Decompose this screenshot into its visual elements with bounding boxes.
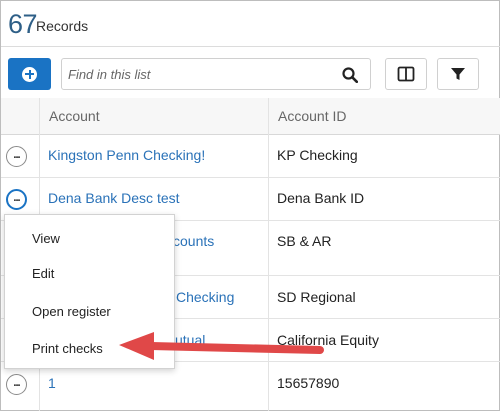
columns-icon [397, 66, 415, 82]
account-link[interactable]: counts [173, 233, 214, 249]
filter-icon [451, 68, 465, 80]
account-link[interactable]: Kingston Penn Checking! [48, 147, 205, 163]
table-header: Account Account ID [1, 98, 500, 135]
account-link[interactable]: 1 [48, 375, 56, 391]
account-link[interactable]: utual [175, 332, 205, 348]
search-box[interactable] [61, 58, 371, 90]
menu-item-open-register[interactable]: Open register [32, 304, 111, 319]
account-link[interactable]: Checking [176, 289, 234, 305]
table-row: ... 1 15657890 [1, 362, 500, 411]
account-id: 15657890 [277, 375, 340, 391]
account-id: SB & AR [277, 233, 332, 249]
plus-circle-icon [22, 66, 37, 82]
columns-button[interactable] [385, 58, 427, 90]
ellipsis-icon: ... [13, 148, 20, 161]
filter-button[interactable] [437, 58, 479, 90]
column-header-account-id[interactable]: Account ID [278, 108, 346, 124]
record-count: 67 [8, 9, 38, 39]
menu-item-edit[interactable]: Edit [32, 266, 54, 281]
row-actions-menu: View Edit Open register Print checks [4, 214, 175, 369]
search-input[interactable] [68, 63, 328, 85]
table-row: ... Kingston Penn Checking! KP Checking [1, 135, 500, 178]
menu-item-view[interactable]: View [32, 231, 60, 246]
ellipsis-icon: ... [13, 376, 20, 389]
account-id: California Equity [277, 332, 379, 348]
column-header-account[interactable]: Account [49, 108, 100, 124]
row-actions-button[interactable]: ... [6, 189, 27, 210]
row-actions-button[interactable]: ... [6, 374, 27, 395]
row-actions-button[interactable]: ... [6, 146, 27, 167]
account-id: KP Checking [277, 147, 358, 163]
ellipsis-icon: ... [13, 191, 20, 204]
menu-item-print-checks[interactable]: Print checks [32, 341, 103, 356]
record-label: Records [36, 18, 89, 34]
account-link[interactable]: Dena Bank Desc test [48, 190, 180, 206]
records-panel: 67 Records Account Account ID ... Kingst… [0, 0, 500, 411]
search-icon[interactable] [342, 67, 358, 83]
account-id: Dena Bank ID [277, 190, 365, 206]
add-record-button[interactable] [8, 58, 51, 90]
header-divider [1, 46, 500, 47]
account-id: SD Regional [277, 289, 356, 305]
